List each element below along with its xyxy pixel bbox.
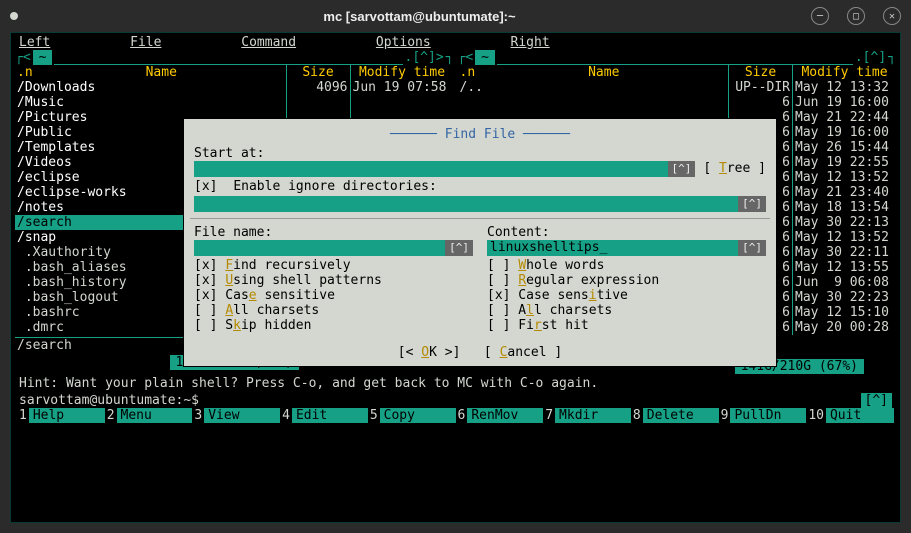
checkbox-option[interactable]: [ ] Whole words <box>487 258 766 273</box>
fkey-copy[interactable]: 5Copy <box>368 408 456 423</box>
window-title: mc [sarvottam@ubuntumate]:~ <box>28 9 811 24</box>
terminal-area: Left File Command Options Right ┌< ~ .[^… <box>10 32 901 523</box>
minimize-button[interactable]: ─ <box>811 7 829 25</box>
start-at-label: Start at: <box>194 146 264 161</box>
fkey-delete[interactable]: 8Delete <box>631 408 719 423</box>
checkbox-option[interactable]: [x] Using shell patterns <box>194 273 473 288</box>
checkbox-option[interactable]: [ ] First hit <box>487 318 766 333</box>
find-file-dialog: ────── Find File ────── Start at: [^] [ … <box>183 118 777 367</box>
history-caret-icon[interactable]: [^] <box>445 240 473 256</box>
tree-button[interactable]: [ Tree ] <box>703 161 766 176</box>
mc-menubar[interactable]: Left File Command Options Right <box>15 35 896 50</box>
window-titlebar: mc [sarvottam@ubuntumate]:~ ─ □ ✕ <box>0 0 911 32</box>
menu-command[interactable]: Command <box>241 35 332 50</box>
app-menu-dot[interactable] <box>10 12 18 20</box>
menu-file[interactable]: File <box>130 35 197 50</box>
enable-ignore-checkbox[interactable]: [x] <box>194 179 225 194</box>
list-item[interactable]: 6Jun 19 16:00 <box>458 95 897 110</box>
ok-button[interactable]: [< OK >] <box>398 345 461 360</box>
fkey-quit[interactable]: 10Quit <box>806 408 894 423</box>
fkey-renmov[interactable]: 6RenMov <box>456 408 544 423</box>
fkey-edit[interactable]: 4Edit <box>280 408 368 423</box>
shell-prompt[interactable]: sarvottam@ubuntumate:~$ <box>19 393 199 408</box>
checkbox-option[interactable]: [ ] Skip hidden <box>194 318 473 333</box>
list-item[interactable]: /..UP--DIRMay 12 13:32 <box>458 80 897 95</box>
history-caret-icon[interactable]: [^] <box>738 240 766 256</box>
right-col-headers: .n Name Size Modify time <box>458 65 897 80</box>
checkbox-option[interactable]: [x] Find recursively <box>194 258 473 273</box>
content-input[interactable]: linuxshelltips_[^] <box>487 240 766 256</box>
menu-left[interactable]: Left <box>19 35 86 50</box>
scroll-marker: [^] <box>861 393 892 408</box>
menu-right[interactable]: Right <box>511 35 586 50</box>
list-item[interactable]: /Music <box>15 95 454 110</box>
fkey-help[interactable]: 1Help <box>17 408 105 423</box>
menu-options[interactable]: Options <box>376 35 467 50</box>
hint-line: Hint: Want your plain shell? Press C-o, … <box>15 374 896 393</box>
filename-label: File name: <box>194 225 272 240</box>
close-button[interactable]: ✕ <box>883 7 901 25</box>
ignore-dirs-input[interactable]: [^] <box>194 196 766 212</box>
history-caret-icon[interactable]: [^] <box>668 161 696 177</box>
filename-input[interactable]: [^] <box>194 240 473 256</box>
right-panel-marker: .[^] <box>853 50 888 65</box>
function-key-bar: 1Help2Menu3View4Edit5Copy6RenMov7Mkdir8D… <box>15 408 896 423</box>
right-panel-path[interactable]: ~ <box>475 50 495 65</box>
content-label: Content: <box>487 225 550 240</box>
checkbox-option[interactable]: [ ] Regular expression <box>487 273 766 288</box>
checkbox-option[interactable]: [x] Case sensitive <box>487 288 766 303</box>
maximize-button[interactable]: □ <box>847 7 865 25</box>
list-item[interactable]: /Downloads4096Jun 19 07:58 <box>15 80 454 95</box>
fkey-pulldn[interactable]: 9PullDn <box>719 408 807 423</box>
fkey-mkdir[interactable]: 7Mkdir <box>543 408 631 423</box>
dialog-title: ────── Find File ────── <box>194 127 766 142</box>
left-col-headers: .n Name Size Modify time <box>15 65 454 80</box>
cancel-button[interactable]: [ Cancel ] <box>484 345 562 360</box>
panels-container: ┌< ~ .[^]> ┐ .n Name Size Modify time /D… <box>15 50 896 374</box>
start-at-input[interactable]: [^] <box>194 161 695 177</box>
fkey-view[interactable]: 3View <box>192 408 280 423</box>
fkey-menu[interactable]: 2Menu <box>105 408 193 423</box>
left-panel-marker: .[^]> <box>403 50 446 65</box>
left-panel-path[interactable]: ~ <box>33 50 53 65</box>
checkbox-option[interactable]: [x] Case sensitive <box>194 288 473 303</box>
enable-ignore-label: Enable ignore directories: <box>233 179 437 194</box>
checkbox-option[interactable]: [ ] All charsets <box>194 303 473 318</box>
checkbox-option[interactable]: [ ] All charsets <box>487 303 766 318</box>
history-caret-icon[interactable]: [^] <box>738 196 766 212</box>
